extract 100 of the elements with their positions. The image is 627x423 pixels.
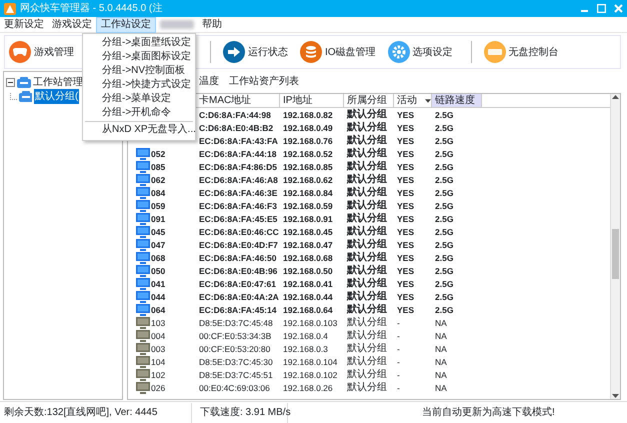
table-cell-text: 192.168.0.68 [282,252,334,264]
toolbar-button[interactable]: IO磁盘管理 [300,41,382,63]
table-cell-text: C:D6:8A:E0:4B:B2 [198,122,274,134]
workstation-name: 103 [151,316,166,328]
table-cell-text: 192.168.0.62 [282,174,334,186]
table-cell-text: 默认分组 [346,342,388,354]
table-cell-text: NA [434,330,448,342]
table-cell-text: EC:D6:8A:FA:46:3E [198,186,278,198]
table-cell-text: 默认分组 [346,264,388,276]
menu-item[interactable]: 分组->桌面图标设定 [83,50,195,64]
workstation-name: 062 [151,174,166,186]
menu-item[interactable]: 帮助 [198,16,226,32]
table-cell-text: 默认分组 [346,108,388,120]
table-cell-text: 2.5G [434,122,454,134]
status-text: 剩余天数:132[直线网吧], Ver: 4445 [0,402,192,422]
table-cell-text: YES [396,226,416,238]
workstation-name: 026 [151,382,166,394]
workstation-name: 059 [151,200,166,212]
tab[interactable]: 工作站资产列表 [229,74,299,88]
status-text: 当前自动更新为高速下载模式! [421,406,556,420]
workstation-name: 064 [151,304,166,316]
table-cell-text: 192.168.0.4 [282,330,329,342]
menu-item[interactable]: 分组->开机命令 [83,106,195,120]
table-cell-text: 2.5G [434,160,454,172]
table-cell-text: 192.168.0.85 [282,160,334,172]
table-cell-text: 默认分组 [346,252,388,264]
menu-item[interactable]: 分组->菜单设定 [83,92,195,106]
table-cell-text: 2.5G [434,290,454,302]
table-cell-text: 默认分组 [346,160,388,172]
toolbar-button[interactable]: 无盘控制台 [484,41,565,63]
menu-item[interactable]: 分组->NV控制面板 [83,64,195,78]
table-cell-text: EC:D6:8A:E0:46:CC [198,226,280,238]
table-cell-text: - [396,382,401,394]
workstation-name: 085 [151,160,166,172]
table-cell-text: 默认分组 [346,238,388,250]
toolbar-button[interactable]: 选项设定 [388,41,459,63]
table-cell-text: 192.168.0.104 [282,356,338,368]
tab[interactable]: 温度 [199,74,219,88]
column-header[interactable]: 链路速度 [432,94,482,107]
table-cell-text: 2.5G [434,148,454,160]
tree-item[interactable]: 工作站管理 [33,74,83,90]
table-cell-text: EC:D6:8A:FA:43:FA [198,134,279,146]
table-cell-text: EC:D6:8A:E0:47:61 [198,278,277,290]
table-cell-text: NA [434,368,448,380]
menu-item[interactable]: 工作站设定 [96,16,156,32]
table-cell-text: 192.168.0.41 [282,278,334,290]
table-cell-text: 192.168.0.59 [282,200,334,212]
table-cell-text: EC:D6:8A:FA:46:50 [198,252,278,264]
toolbar-button[interactable]: 运行状态 [223,41,294,63]
table-cell-text: 默认分组 [346,174,388,186]
column-header[interactable]: IP地址 [280,94,344,107]
table-cell-text: 192.168.0.26 [282,382,334,394]
workstation-name: 084 [151,186,166,198]
table-cell-text: NA [434,356,448,368]
workstation-name: 041 [151,278,166,290]
table-cell-text: 2.5G [434,200,454,212]
table-cell-text: 默认分组 [346,226,388,238]
menu-item[interactable]: 游戏设定 [48,16,96,32]
table-cell-text: 默认分组 [346,200,388,212]
menu-item[interactable]: 从NxD XP无盘导入... [83,123,195,137]
table-cell-text: EC:D6:8A:E0:4B:96 [198,264,278,276]
table-cell-text: 192.168.0.45 [282,226,334,238]
table-cell-text: - [396,330,401,342]
table-cell-text: YES [396,174,416,186]
table-cell-text: YES [396,186,416,198]
table-cell-text: 2.5G [434,304,454,316]
workstation-name: 091 [151,212,166,224]
table-cell-text: 默认分组 [346,330,388,342]
table-cell-text: YES [396,252,416,264]
table-cell-text: EC:D6:8A:FA:45:14 [198,304,278,316]
table-cell-text: YES [396,200,416,212]
table-cell-text: 默认分组 [346,134,388,146]
menu-item[interactable]: 更新设定 [0,16,48,32]
tree-item[interactable]: 默认分组( [34,88,80,104]
table-cell-text: YES [396,122,416,134]
table-cell-text: 2.5G [434,186,454,198]
table-cell-text: 默认分组 [346,304,388,316]
workstation-name: 052 [151,148,166,160]
menu-item[interactable]: 分组->桌面壁纸设定 [83,36,195,50]
table-cell-text: 2.5G [434,264,454,276]
table-cell-text: YES [396,160,416,172]
table-cell-text: 192.168.0.50 [282,264,334,276]
table-cell-text: 00:CF:E0:53:34:3B [198,330,272,342]
workstation-name: 102 [151,368,166,380]
column-header[interactable]: 所属分组 [344,94,394,107]
table-cell-text: 192.168.0.76 [282,134,334,146]
table-cell-text: YES [396,134,416,146]
table-cell-text: NA [434,342,448,354]
table-cell-text: D8:5E:D3:7C:45:30 [198,356,274,368]
table-cell-text: 192.168.0.52 [282,148,334,160]
table-cell-text: YES [396,148,416,160]
menu-item[interactable]: 分组->快捷方式设定 [83,78,195,92]
table-cell-text: YES [396,304,416,316]
toolbar-button[interactable]: 游戏管理 [9,41,80,63]
workstation-name: 044 [151,290,166,302]
table-cell-text: 默认分组 [346,316,388,328]
window-title: 网众快车管理器 - 5.0.4445.0 (注 [20,2,162,16]
table-cell-text: 默认分组 [346,382,388,394]
table-cell-text: 192.168.0.44 [282,290,334,302]
table-cell-text: 默认分组 [346,212,388,224]
